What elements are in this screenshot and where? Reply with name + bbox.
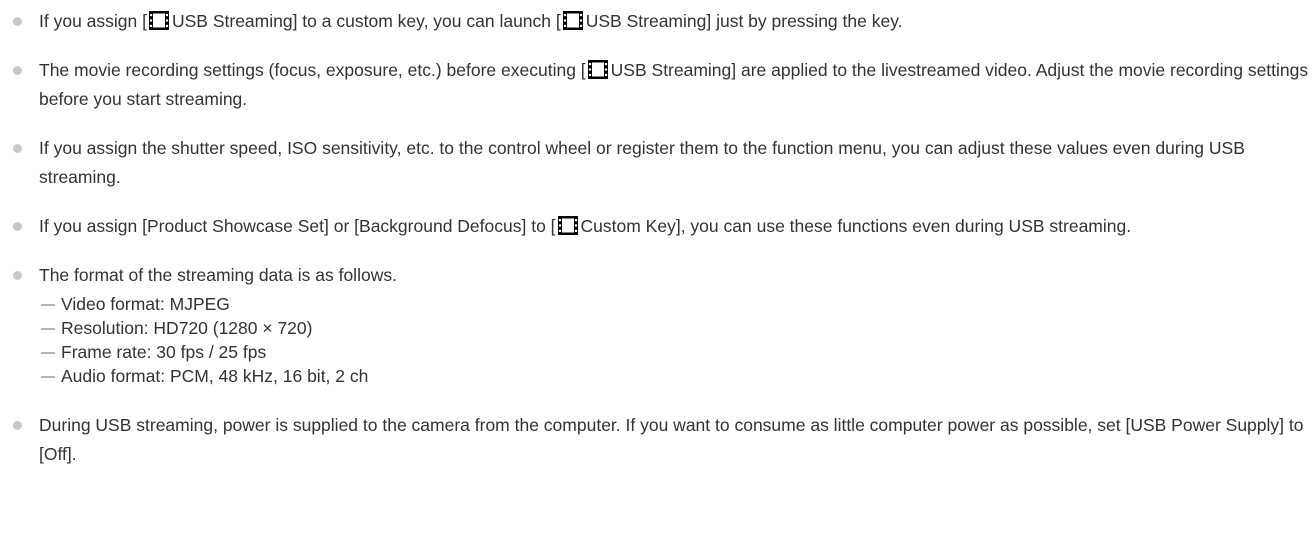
note-item-custom-key-launch: If you assign [ USB Streaming] to a custo… xyxy=(0,7,1316,36)
note-text-part: If you assign [ xyxy=(39,11,147,31)
movie-mode-icon xyxy=(557,216,578,235)
dash-icon xyxy=(41,328,55,330)
note-item-power-supply: During USB streaming, power is supplied … xyxy=(0,411,1316,469)
movie-mode-icon xyxy=(587,60,608,79)
dash-icon xyxy=(41,352,55,354)
format-item-text: Frame rate: 30 fps / 25 fps xyxy=(61,342,267,362)
movie-mode-icon xyxy=(562,11,583,30)
note-text-part: USB Streaming] just by pressing the key. xyxy=(585,11,903,31)
note-item-custom-key-functions: If you assign [Product Showcase Set] or … xyxy=(0,212,1316,241)
format-item-text: Resolution: HD720 (1280 × 720) xyxy=(61,318,313,338)
bullet-icon xyxy=(13,222,22,231)
notes-list: If you assign [ USB Streaming] to a custo… xyxy=(0,0,1316,469)
note-item-streaming-format: The format of the streaming data is as f… xyxy=(0,261,1316,388)
note-text-part: USB Streaming] to a custom key, you can … xyxy=(171,11,561,31)
note-item-control-wheel: If you assign the shutter speed, ISO sen… xyxy=(0,134,1316,192)
format-item-audio: Audio format: PCM, 48 kHz, 16 bit, 2 ch xyxy=(41,364,1310,388)
bullet-icon xyxy=(13,66,22,75)
note-text: If you assign the shutter speed, ISO sen… xyxy=(39,138,1245,187)
format-item-text: Audio format: PCM, 48 kHz, 16 bit, 2 ch xyxy=(61,366,369,386)
bullet-icon xyxy=(13,271,22,280)
format-item-video: Video format: MJPEG xyxy=(41,292,1310,316)
format-sublist: Video format: MJPEG Resolution: HD720 (1… xyxy=(39,292,1310,388)
note-text-part: If you assign [Product Showcase Set] or … xyxy=(39,216,556,236)
format-item-frame-rate: Frame rate: 30 fps / 25 fps xyxy=(41,340,1310,364)
bullet-icon xyxy=(13,17,22,26)
movie-mode-icon xyxy=(148,11,169,30)
bullet-icon xyxy=(13,144,22,153)
format-item-text: Video format: MJPEG xyxy=(61,294,230,314)
note-text: The format of the streaming data is as f… xyxy=(39,265,397,285)
dash-icon xyxy=(41,304,55,306)
note-text: During USB streaming, power is supplied … xyxy=(39,415,1304,464)
dash-icon xyxy=(41,376,55,378)
note-text-part: The movie recording settings (focus, exp… xyxy=(39,60,586,80)
note-item-recording-settings: The movie recording settings (focus, exp… xyxy=(0,56,1316,114)
note-text-part: Custom Key], you can use these functions… xyxy=(580,216,1132,236)
bullet-icon xyxy=(13,421,22,430)
format-item-resolution: Resolution: HD720 (1280 × 720) xyxy=(41,316,1310,340)
